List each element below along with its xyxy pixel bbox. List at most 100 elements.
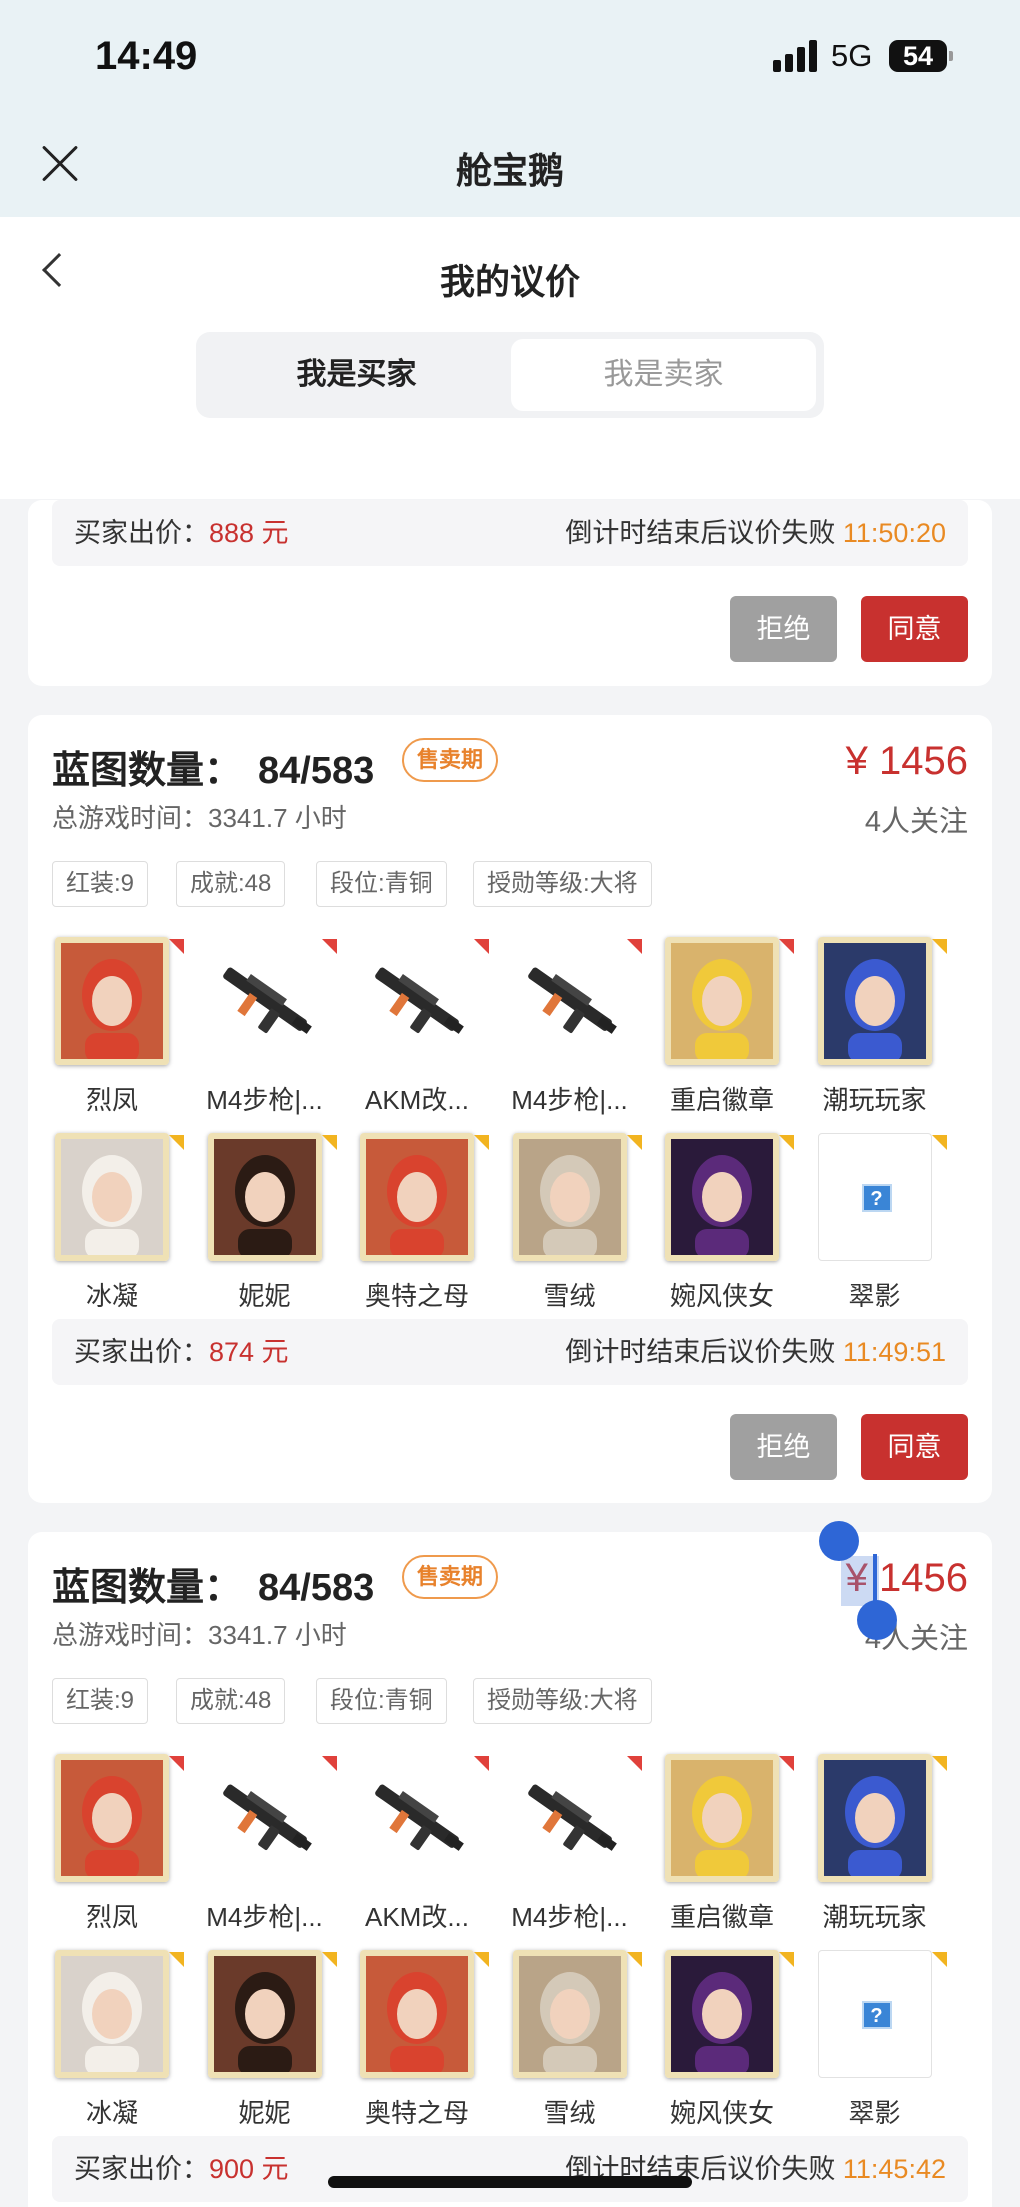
stat-chip: 成就:48 <box>176 1678 286 1724</box>
item-name: 奥特之母 <box>364 1281 469 1311</box>
item-thumb[interactable]: ? 翠影 <box>799 1950 951 2140</box>
item-thumb[interactable]: 潮玩玩家 <box>799 937 951 1127</box>
reject-button[interactable]: 拒绝 <box>730 596 837 662</box>
followers-count: 4人关注 <box>864 806 968 838</box>
countdown-label: 倒计时结束后议价失败 <box>565 518 836 548</box>
character-portrait <box>512 1950 627 2078</box>
rarity-corner <box>779 1135 794 1150</box>
rarity-corner <box>321 1135 337 1150</box>
item-name: AKM改... <box>364 1902 469 1932</box>
item-thumb[interactable]: 烈凤 <box>36 1754 188 1944</box>
selection-handle-start[interactable] <box>819 1521 859 1561</box>
rarity-corner <box>474 1756 489 1771</box>
item-name: M4步枪|... <box>511 1085 628 1115</box>
offer-row: 买家出价：874 元 倒计时结束后议价失败 11:49:51 <box>52 1319 968 1385</box>
listing-price: ¥ 1456 <box>845 739 968 783</box>
item-thumb[interactable]: M4步枪|... <box>189 937 341 1127</box>
tab-seller[interactable]: 我是卖家 <box>511 339 816 411</box>
stat-chip: 段位:青铜 <box>316 1678 447 1724</box>
rarity-corner <box>321 1756 337 1771</box>
rarity-corner <box>169 1135 184 1150</box>
character-portrait <box>207 1950 322 2078</box>
blueprint-heading: 蓝图数量： 84/583 <box>52 739 374 794</box>
item-thumb[interactable]: 烈凤 <box>36 937 188 1127</box>
rarity-corner <box>626 1952 642 1967</box>
item-thumb[interactable]: 冰凝 <box>36 1950 188 2140</box>
item-name: 翠影 <box>848 2098 901 2128</box>
rarity-corner <box>474 939 489 954</box>
bargain-card: 买家出价：888 元 倒计时结束后议价失败 11:50:20 拒绝 同意 <box>28 500 992 686</box>
item-name: 婉风侠女 <box>669 2098 774 2128</box>
item-name: 冰凝 <box>85 1281 138 1311</box>
item-thumb[interactable]: AKM改... <box>341 937 493 1127</box>
tab-buyer[interactable]: 我是买家 <box>204 339 509 411</box>
question-mark-icon: ? <box>817 1950 932 2078</box>
item-name: AKM改... <box>364 1085 469 1115</box>
item-thumb[interactable]: 奥特之母 <box>341 1133 493 1323</box>
stat-chip: 成就:48 <box>176 861 286 907</box>
character-portrait <box>665 1754 779 1882</box>
signal-icon <box>773 40 819 72</box>
agree-button[interactable]: 同意 <box>861 596 968 662</box>
offer-label: 买家出价： <box>74 1337 209 1367</box>
character-portrait <box>665 1950 779 2078</box>
item-thumb[interactable]: 冰凝 <box>36 1133 188 1323</box>
item-name: 烈凤 <box>85 1902 138 1932</box>
character-portrait <box>360 1950 474 2078</box>
item-name: 妮妮 <box>238 1281 291 1311</box>
countdown-timer: 11:45:42 <box>842 2154 946 2184</box>
countdown-label: 倒计时结束后议价失败 <box>565 1337 836 1367</box>
item-name: 重启徽章 <box>669 1085 774 1115</box>
item-thumb[interactable]: 重启徽章 <box>646 1754 798 1944</box>
item-name: 妮妮 <box>238 2098 291 2128</box>
item-thumb[interactable]: 重启徽章 <box>646 937 798 1127</box>
rarity-corner <box>931 939 947 954</box>
rarity-corner <box>626 1135 642 1150</box>
item-thumb[interactable]: 妮妮 <box>189 1950 341 2140</box>
agree-button[interactable]: 同意 <box>861 1414 968 1480</box>
offer-label: 买家出价： <box>74 2154 209 2184</box>
battery-icon: 54 <box>889 40 953 72</box>
item-thumb[interactable]: M4步枪|... <box>494 1754 646 1944</box>
countdown-timer: 11:50:20 <box>842 518 946 548</box>
stat-chip: 授勋等级:大将 <box>473 861 652 907</box>
item-name: M4步枪|... <box>511 1902 628 1932</box>
item-thumb[interactable]: AKM改... <box>341 1754 493 1944</box>
item-thumb[interactable]: 潮玩玩家 <box>799 1754 951 1944</box>
battery-level: 54 <box>902 41 934 71</box>
character-portrait <box>55 937 169 1065</box>
play-time: 总游戏时间：3341.7 小时 <box>52 803 347 833</box>
rarity-corner <box>779 1756 794 1771</box>
bargain-card: 蓝图数量： 84/583 售卖期 ¥ 1456 总游戏时间：3341.7 小时 4… <box>28 1532 992 2207</box>
item-thumb[interactable]: 雪绒 <box>494 1133 646 1323</box>
item-thumb[interactable]: 婉风侠女 <box>646 1950 798 2140</box>
item-thumb[interactable]: 婉风侠女 <box>646 1133 798 1323</box>
item-thumb[interactable]: 奥特之母 <box>341 1950 493 2140</box>
blueprint-heading: 蓝图数量： 84/583 <box>52 1556 374 1611</box>
character-portrait <box>512 1133 627 1261</box>
weapon-image <box>208 1754 322 1882</box>
status-time: 14:49 <box>95 34 198 78</box>
blueprint-label: 蓝图数量： <box>52 1567 243 1609</box>
item-name: 翠影 <box>848 1281 901 1311</box>
reject-button[interactable]: 拒绝 <box>730 1414 837 1480</box>
offer-row: 买家出价：888 元 倒计时结束后议价失败 11:50:20 <box>52 500 968 566</box>
item-thumb[interactable]: 妮妮 <box>189 1133 341 1323</box>
blueprint-count: 84/583 <box>258 750 375 792</box>
weapon-image <box>513 937 627 1065</box>
question-mark-icon: ? <box>817 1133 932 1261</box>
item-thumb[interactable]: 雪绒 <box>494 1950 646 2140</box>
character-portrait <box>55 1133 169 1261</box>
rarity-corner <box>169 1756 184 1771</box>
character-portrait <box>207 1133 322 1261</box>
item-name: 潮玩玩家 <box>822 1902 927 1932</box>
item-thumb[interactable]: ? 翠影 <box>799 1133 951 1323</box>
status-badge: 售卖期 <box>402 1555 499 1599</box>
selection-handle-end[interactable] <box>857 1600 897 1640</box>
item-name: 重启徽章 <box>669 1902 774 1932</box>
rarity-corner <box>321 1952 337 1967</box>
question-mark-icon: ? <box>861 2001 892 2029</box>
item-thumb[interactable]: M4步枪|... <box>189 1754 341 1944</box>
home-indicator <box>328 2176 692 2188</box>
item-thumb[interactable]: M4步枪|... <box>494 937 646 1127</box>
